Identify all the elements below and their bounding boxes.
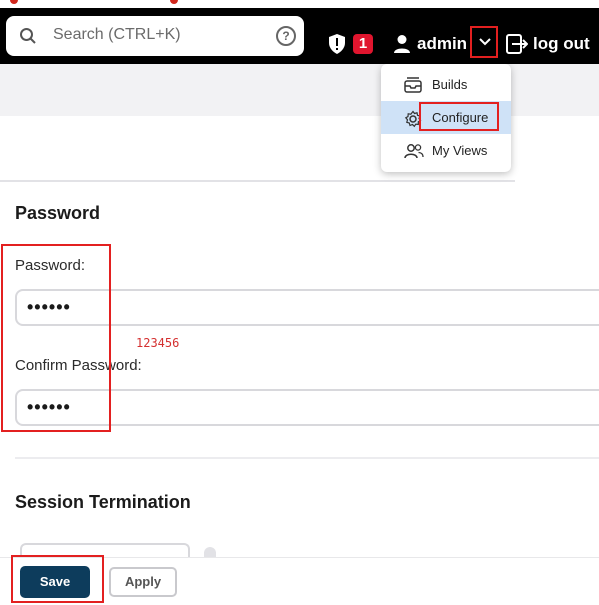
section-title-session-termination: Session Termination — [15, 492, 191, 512]
logout-link[interactable]: log out — [533, 34, 590, 54]
search-box[interactable]: Search (CTRL+K) ? — [6, 16, 304, 56]
shield-icon[interactable] — [328, 33, 346, 55]
notification-badge[interactable]: 1 — [353, 34, 373, 54]
highlight-box-password-fields — [1, 244, 111, 432]
people-icon — [404, 144, 424, 159]
menu-item-label: Builds — [432, 77, 468, 92]
browser-tab-icon — [170, 0, 178, 4]
help-icon[interactable] — [204, 547, 216, 557]
search-input[interactable]: Search (CTRL+K) — [53, 26, 181, 44]
search-icon — [20, 28, 36, 44]
logout-icon[interactable] — [506, 34, 528, 54]
user-menu-toggle[interactable] — [470, 26, 498, 58]
top-strip — [0, 0, 599, 8]
highlight-box-save — [11, 555, 104, 603]
username-link[interactable]: admin — [417, 34, 467, 54]
chevron-down-icon — [479, 38, 491, 46]
browser-tab-icon — [10, 0, 18, 4]
divider — [15, 457, 599, 459]
section-title-password: Password — [15, 203, 101, 223]
apply-button[interactable]: Apply — [109, 567, 177, 597]
menu-item-builds[interactable]: Builds — [381, 68, 511, 101]
divider — [0, 180, 515, 182]
highlight-box-configure — [419, 102, 499, 131]
menu-item-label: My Views — [432, 143, 488, 158]
password-annotation: 123456 — [136, 336, 180, 350]
menu-item-my-views[interactable]: My Views — [381, 134, 511, 167]
builds-icon — [404, 77, 422, 93]
user-icon — [394, 35, 410, 53]
help-icon[interactable]: ? — [276, 26, 296, 46]
